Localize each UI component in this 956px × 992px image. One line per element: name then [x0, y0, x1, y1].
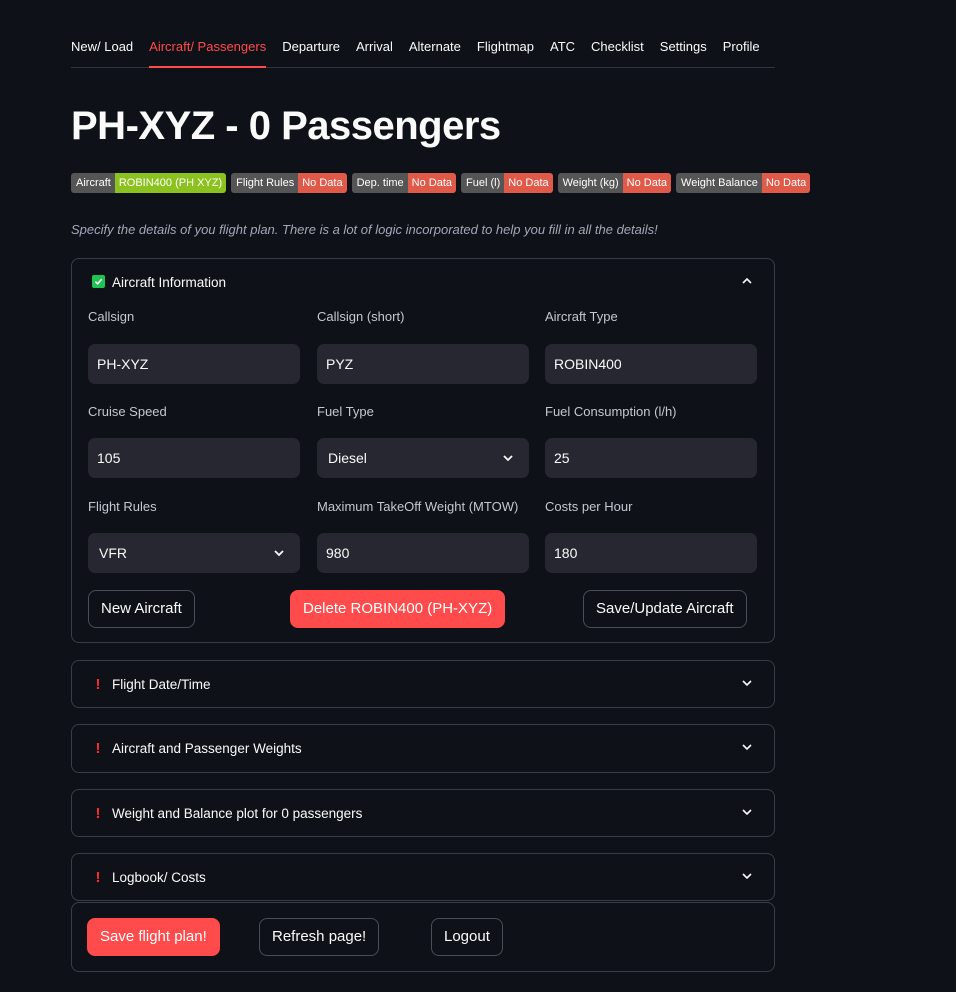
badge-key: Aircraft	[71, 173, 115, 193]
logout-button[interactable]: Logout	[431, 918, 503, 956]
badge-value: No Data	[504, 173, 553, 193]
flight-date-time-header[interactable]: ! Flight Date/Time	[72, 661, 774, 707]
tab-arrival[interactable]: Arrival	[356, 28, 393, 68]
page-title: PH-XYZ - 0 Passengers	[71, 104, 501, 148]
badge-key: Weight Balance	[676, 173, 762, 193]
flight-rules-select[interactable]: VFR	[88, 533, 300, 573]
logbook-costs-header[interactable]: ! Logbook/ Costs	[72, 854, 774, 900]
fuel-type-value: Diesel	[328, 450, 367, 466]
mtow-input[interactable]: 980	[317, 533, 529, 573]
status-badge-weight: Weight (kg) No Data	[557, 173, 672, 193]
weights-header[interactable]: ! Aircraft and Passenger Weights	[72, 725, 774, 771]
aircraft-information-header[interactable]: Aircraft Information	[72, 259, 774, 305]
check-icon	[90, 273, 106, 291]
chevron-down-icon	[503, 455, 513, 462]
expander-label: Logbook/ Costs	[112, 869, 206, 885]
tab-atc[interactable]: ATC	[550, 28, 575, 68]
callsign-input[interactable]: PH-XYZ	[88, 344, 300, 384]
badge-key: Flight Rules	[231, 173, 299, 193]
logbook-costs-expander[interactable]: ! Logbook/ Costs	[71, 853, 775, 901]
refresh-page-button[interactable]: Refresh page!	[259, 918, 380, 956]
fuel-type-label: Fuel Type	[317, 404, 374, 419]
delete-aircraft-button[interactable]: Delete ROBIN400 (PH-XYZ)	[290, 590, 506, 628]
chevron-down-icon[interactable]	[740, 869, 754, 883]
tab-flightmap[interactable]: Flightmap	[477, 28, 534, 68]
exclamation-icon: !	[95, 804, 101, 822]
new-aircraft-button[interactable]: New Aircraft	[88, 590, 195, 628]
chevron-down-icon[interactable]	[740, 740, 754, 754]
top-tab-bar: New/ Load Aircraft/ Passengers Departure…	[71, 28, 775, 68]
exclamation-icon: !	[95, 868, 101, 886]
fuel-consumption-label: Fuel Consumption (l/h)	[545, 404, 677, 419]
badge-value: ROBIN400 (PH XYZ)	[114, 173, 227, 193]
chevron-down-icon[interactable]	[740, 805, 754, 819]
badge-value: No Data	[622, 173, 672, 193]
tab-settings[interactable]: Settings	[660, 28, 707, 68]
expander-label: Aircraft Information	[112, 274, 227, 290]
cruise-speed-input[interactable]: 105	[88, 438, 300, 478]
badge-key: Dep. time	[351, 173, 408, 193]
flight-rules-label: Flight Rules	[88, 499, 157, 514]
save-flight-plan-button[interactable]: Save flight plan!	[87, 918, 220, 956]
costs-per-hour-label: Costs per Hour	[545, 499, 633, 514]
callsign-short-label: Callsign (short)	[317, 309, 405, 324]
status-badge-flight-rules: Flight Rules No Data	[231, 173, 347, 193]
aircraft-type-label: Aircraft Type	[545, 309, 618, 324]
cruise-speed-label: Cruise Speed	[88, 404, 167, 419]
weight-balance-expander[interactable]: ! Weight and Balance plot for 0 passenge…	[71, 789, 775, 837]
weight-balance-header[interactable]: ! Weight and Balance plot for 0 passenge…	[72, 790, 774, 836]
flight-rules-value: VFR	[99, 545, 127, 561]
badge-key: Fuel (l)	[461, 173, 505, 193]
badge-value: No Data	[407, 173, 457, 193]
status-badge-aircraft: Aircraft ROBIN400 (PH XYZ)	[71, 173, 227, 193]
weights-expander[interactable]: ! Aircraft and Passenger Weights	[71, 724, 775, 773]
tab-profile[interactable]: Profile	[723, 28, 760, 68]
tab-alternate[interactable]: Alternate	[409, 28, 461, 68]
page-description: Specify the details of you flight plan. …	[71, 222, 658, 237]
chevron-down-icon[interactable]	[740, 676, 754, 690]
mtow-label: Maximum TakeOff Weight (MTOW)	[317, 499, 519, 514]
exclamation-icon: !	[95, 675, 101, 693]
chevron-up-icon[interactable]	[740, 274, 754, 288]
footer-actions: Save flight plan! Refresh page! Logout	[71, 902, 775, 972]
expander-label: Aircraft and Passenger Weights	[112, 740, 302, 756]
exclamation-icon: !	[95, 739, 101, 757]
aircraft-type-input[interactable]: ROBIN400	[545, 344, 757, 384]
badge-key: Weight (kg)	[557, 173, 623, 193]
status-badge-fuel: Fuel (l) No Data	[461, 173, 553, 193]
chevron-down-icon	[274, 550, 284, 557]
status-badge-dep-time: Dep. time No Data	[351, 173, 457, 193]
fuel-consumption-input[interactable]: 25	[545, 438, 757, 478]
save-update-aircraft-button[interactable]: Save/Update Aircraft	[583, 590, 747, 628]
expander-label: Flight Date/Time	[112, 676, 211, 692]
callsign-label: Callsign	[88, 309, 135, 324]
callsign-short-input[interactable]: PYZ	[317, 344, 529, 384]
status-badge-weight-balance: Weight Balance No Data	[676, 173, 811, 193]
fuel-type-select[interactable]: Diesel	[317, 438, 529, 478]
tab-new-load[interactable]: New/ Load	[71, 28, 133, 68]
tab-departure[interactable]: Departure	[282, 28, 340, 68]
costs-per-hour-input[interactable]: 180	[545, 533, 757, 573]
tab-checklist[interactable]: Checklist	[591, 28, 644, 68]
badge-value: No Data	[298, 173, 347, 193]
status-badges: Aircraft ROBIN400 (PH XYZ) Flight Rules …	[71, 173, 811, 193]
flight-date-time-expander[interactable]: ! Flight Date/Time	[71, 660, 775, 708]
badge-value: No Data	[761, 173, 811, 193]
tab-aircraft-passengers[interactable]: Aircraft/ Passengers	[149, 28, 267, 68]
expander-label: Weight and Balance plot for 0 passengers	[112, 805, 363, 821]
aircraft-information-expander: Aircraft Information Callsign PH-XYZ Cal…	[71, 258, 775, 643]
app-page: New/ Load Aircraft/ Passengers Departure…	[0, 0, 956, 992]
